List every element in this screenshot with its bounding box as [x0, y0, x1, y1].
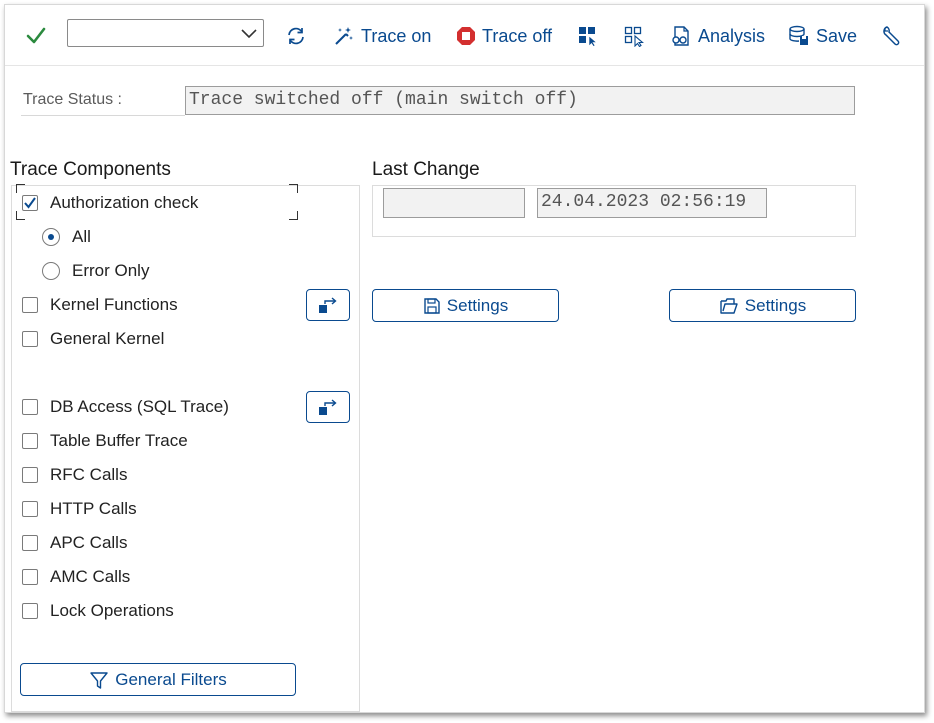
table-buffer-option[interactable]: Table Buffer Trace	[22, 429, 188, 453]
last-change-title: Last Change	[372, 159, 480, 180]
database-save-icon	[789, 25, 808, 45]
apc-calls-checkbox[interactable]	[22, 535, 38, 551]
kernel-functions-option[interactable]: Kernel Functions	[22, 293, 178, 317]
radio-error-only[interactable]	[42, 262, 60, 280]
apc-calls-option[interactable]: APC Calls	[22, 531, 127, 555]
refresh-button[interactable]	[285, 23, 307, 49]
chevron-down-icon	[241, 29, 257, 39]
wrench-icon	[883, 26, 900, 46]
trace-off-label: Trace off	[482, 25, 553, 46]
save-settings-button[interactable]: Settings	[372, 289, 559, 322]
trace-window: Trace on Trace off Analysis Save Trace S…	[4, 4, 925, 713]
general-kernel-checkbox[interactable]	[22, 331, 38, 347]
export-arrow-icon	[319, 399, 337, 415]
last-change-timestamp-field: 24.04.2023 02:56:19	[537, 188, 767, 218]
amc-calls-option[interactable]: AMC Calls	[22, 565, 130, 589]
radio-all[interactable]	[42, 228, 60, 246]
authorization-check-label: Authorization check	[50, 193, 199, 212]
kernel-details-button[interactable]	[306, 289, 350, 321]
general-kernel-option[interactable]: General Kernel	[22, 327, 164, 351]
auth-option-all[interactable]: All	[42, 225, 91, 249]
lock-operations-option[interactable]: Lock Operations	[22, 599, 174, 623]
table-buffer-checkbox[interactable]	[22, 433, 38, 449]
trace-components-title: Trace Components	[10, 159, 171, 180]
save-settings-label: Settings	[446, 295, 509, 315]
authorization-checkbox[interactable]	[22, 195, 38, 211]
trace-on-label: Trace on	[361, 25, 432, 46]
auth-option-error-only-label: Error Only	[72, 261, 150, 280]
auth-option-all-label: All	[72, 227, 91, 246]
rfc-calls-checkbox[interactable]	[22, 467, 38, 483]
refresh-icon	[288, 27, 304, 45]
rfc-calls-option[interactable]: RFC Calls	[22, 463, 127, 487]
general-filters-button[interactable]: General Filters	[20, 663, 296, 696]
db-access-option[interactable]: DB Access (SQL Trace)	[22, 395, 229, 419]
document-glasses-icon	[672, 26, 689, 46]
general-kernel-label: General Kernel	[50, 329, 165, 348]
db-access-checkbox[interactable]	[22, 399, 38, 415]
auth-option-error-only[interactable]: Error Only	[42, 259, 149, 283]
apc-calls-label: APC Calls	[50, 533, 128, 552]
focus-corner-br	[289, 211, 298, 220]
magic-wand-icon	[335, 27, 353, 45]
http-calls-checkbox[interactable]	[22, 501, 38, 517]
toolbar: Trace on Trace off Analysis Save	[5, 5, 924, 66]
status-label-underline	[21, 115, 185, 116]
command-field[interactable]	[67, 19, 264, 47]
load-settings-button[interactable]: Settings	[669, 289, 856, 322]
grid-deselect-icon	[624, 26, 644, 47]
trace-on-button[interactable]: Trace on	[333, 23, 431, 49]
amc-calls-checkbox[interactable]	[22, 569, 38, 585]
grid-select-icon	[579, 27, 598, 47]
http-calls-option[interactable]: HTTP Calls	[22, 497, 137, 521]
http-calls-label: HTTP Calls	[50, 499, 137, 518]
authorization-check-option[interactable]: Authorization check	[22, 191, 198, 215]
lock-operations-label: Lock Operations	[50, 601, 174, 620]
focus-corner-tr	[289, 184, 298, 193]
trace-status-field: Trace switched off (main switch off)	[185, 86, 855, 115]
floppy-disk-icon	[424, 297, 440, 314]
table-buffer-label: Table Buffer Trace	[50, 431, 188, 450]
db-access-label: DB Access (SQL Trace)	[50, 397, 229, 416]
amc-calls-label: AMC Calls	[50, 567, 131, 586]
db-access-details-button[interactable]	[306, 391, 350, 423]
kernel-functions-checkbox[interactable]	[22, 297, 38, 313]
rfc-calls-label: RFC Calls	[50, 465, 128, 484]
export-arrow-icon	[319, 297, 337, 313]
open-folder-icon	[720, 297, 738, 314]
trace-status-label: Trace Status :	[23, 91, 122, 108]
analysis-button[interactable]: Analysis	[670, 23, 765, 49]
save-button[interactable]: Save	[788, 23, 857, 49]
kernel-functions-label: Kernel Functions	[50, 295, 178, 314]
filter-icon	[90, 671, 108, 689]
enter-button[interactable]	[25, 23, 47, 49]
last-change-user-field	[383, 188, 525, 218]
general-filters-label: General Filters	[115, 669, 227, 689]
select-all-button[interactable]	[577, 23, 599, 49]
save-label: Save	[816, 25, 858, 46]
lock-operations-checkbox[interactable]	[22, 603, 38, 619]
checkbox-check-icon	[24, 197, 36, 209]
analysis-label: Analysis	[698, 25, 766, 46]
deselect-all-button[interactable]	[623, 23, 645, 49]
settings-wrench-button[interactable]	[881, 23, 903, 49]
load-settings-label: Settings	[744, 295, 807, 315]
stop-icon	[457, 27, 475, 45]
checkmark-icon	[26, 27, 46, 44]
trace-off-button[interactable]: Trace off	[456, 23, 552, 49]
